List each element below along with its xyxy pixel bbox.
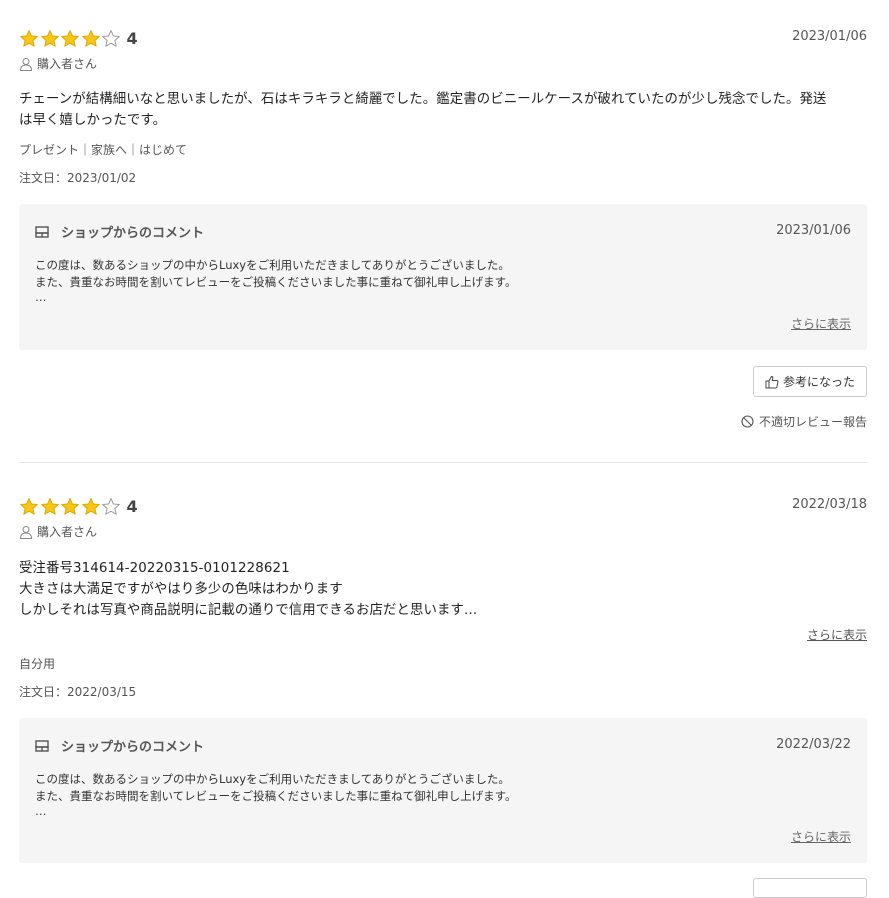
helpful-button-label: 参考になった xyxy=(782,375,855,389)
review-body-line: 大きさは大満足ですがやはり多少の色味はわかります xyxy=(19,582,343,597)
shop-comment-more-link[interactable]: さらに表示 xyxy=(791,315,851,332)
shop-comment-line: また、貴重なお時間を割いてレビューをご投稿くださいました事に重ねて御礼申し上げま… xyxy=(35,789,517,803)
helpful-button-partial[interactable] xyxy=(753,878,867,898)
shop-comment-more-link[interactable]: さらに表示 xyxy=(791,828,851,845)
shop-comment-line: … xyxy=(35,290,47,304)
report-link-label: 不適切レビュー報告 xyxy=(758,415,867,429)
shop-comment-title-text: ショップからのコメント xyxy=(61,226,205,241)
shop-comment-text: この度は、数あるショップの中からLuxyをご利用いただきましてありがとうございま… xyxy=(35,771,517,817)
review-body-line: チェーンが結構細いなと思いましたが、石はキラキラと綺麗でした。鑑定書のビニールケ… xyxy=(19,92,827,107)
shop-comment-date: 2022/03/22 xyxy=(776,737,851,752)
star-icon-filled xyxy=(20,30,38,47)
star-icon-filled xyxy=(20,498,38,515)
shop-comment-line: この度は、数あるショップの中からLuxyをご利用いただきましてありがとうございま… xyxy=(35,258,510,272)
review-item: 4 2022/03/18 購入者さん 受注番号314614-20220315-0… xyxy=(19,495,867,881)
rating-number: 4 xyxy=(126,29,138,48)
star-icon-filled xyxy=(40,498,59,515)
star-icon-filled xyxy=(81,30,100,47)
review-item: 4 2023/01/06 購入者さん チェーンが結構細いなと思いましたが、石はキ… xyxy=(19,27,867,447)
reviewer: 購入者さん xyxy=(19,523,97,540)
review-body-line: 受注番号314614-20220315-0101228621 xyxy=(19,561,290,576)
thumbs-up-icon xyxy=(765,375,779,388)
star-icon-empty xyxy=(102,30,120,47)
report-link[interactable]: 不適切レビュー報告 xyxy=(741,413,867,430)
star-rating: 4 xyxy=(19,495,138,519)
shop-icon xyxy=(35,739,49,752)
shop-comment-line: また、貴重なお時間を割いてレビューをご投稿くださいました事に重ねて御礼申し上げま… xyxy=(35,275,517,289)
helpful-button[interactable]: 参考になった xyxy=(753,366,867,397)
review-body-line: しかしそれは写真や商品説明に記載の通りで信用できるお店だと思います… xyxy=(19,603,478,618)
review-more-link[interactable]: さらに表示 xyxy=(807,626,867,643)
person-icon xyxy=(19,525,33,539)
review-divider xyxy=(19,462,867,463)
shop-comment-title: ショップからのコメント xyxy=(35,222,204,241)
person-icon xyxy=(19,57,33,71)
reviewer-name: 購入者さん xyxy=(37,525,98,539)
shop-comment-date: 2023/01/06 xyxy=(776,223,851,238)
review-tags: 自分用 xyxy=(19,657,56,671)
order-date: 注文日：2023/01/02 xyxy=(19,171,137,185)
rating-number: 4 xyxy=(126,497,138,516)
review-body-line: は早く嬉しかったです。 xyxy=(19,113,167,128)
review-body: 受注番号314614-20220315-0101228621 大きさは大満足です… xyxy=(19,558,477,621)
reviewer: 購入者さん xyxy=(19,55,97,72)
star-icon-empty xyxy=(102,498,120,515)
shop-comment-line: … xyxy=(35,804,47,818)
star-icon-filled xyxy=(61,498,79,515)
shop-comment-line: この度は、数あるショップの中からLuxyをご利用いただきましてありがとうございま… xyxy=(35,772,510,786)
shop-comment-title: ショップからのコメント xyxy=(35,736,204,755)
star-icon-filled xyxy=(61,30,79,47)
shop-comment-box: ショップからのコメント 2022/03/22 この度は、数あるショップの中からL… xyxy=(19,718,867,863)
order-date: 注文日：2022/03/15 xyxy=(19,685,137,699)
reviewer-name: 購入者さん xyxy=(37,57,98,71)
review-date: 2023/01/06 xyxy=(792,29,867,44)
star-rating: 4 xyxy=(19,27,138,51)
stars xyxy=(19,497,122,517)
shop-comment-title-text: ショップからのコメント xyxy=(61,740,205,755)
review-tags: プレゼント｜家族へ｜はじめて xyxy=(19,143,188,157)
prohibited-icon xyxy=(741,415,754,428)
shop-icon xyxy=(35,225,49,238)
star-icon-filled xyxy=(40,30,59,47)
shop-comment-box: ショップからのコメント 2023/01/06 この度は、数あるショップの中からL… xyxy=(19,204,867,350)
review-date: 2022/03/18 xyxy=(792,497,867,512)
shop-comment-text: この度は、数あるショップの中からLuxyをご利用いただきましてありがとうございま… xyxy=(35,257,517,303)
review-body: チェーンが結構細いなと思いましたが、石はキラキラと綺麗でした。鑑定書のビニールケ… xyxy=(19,89,826,131)
star-icon-filled xyxy=(81,498,100,515)
stars xyxy=(19,29,122,49)
